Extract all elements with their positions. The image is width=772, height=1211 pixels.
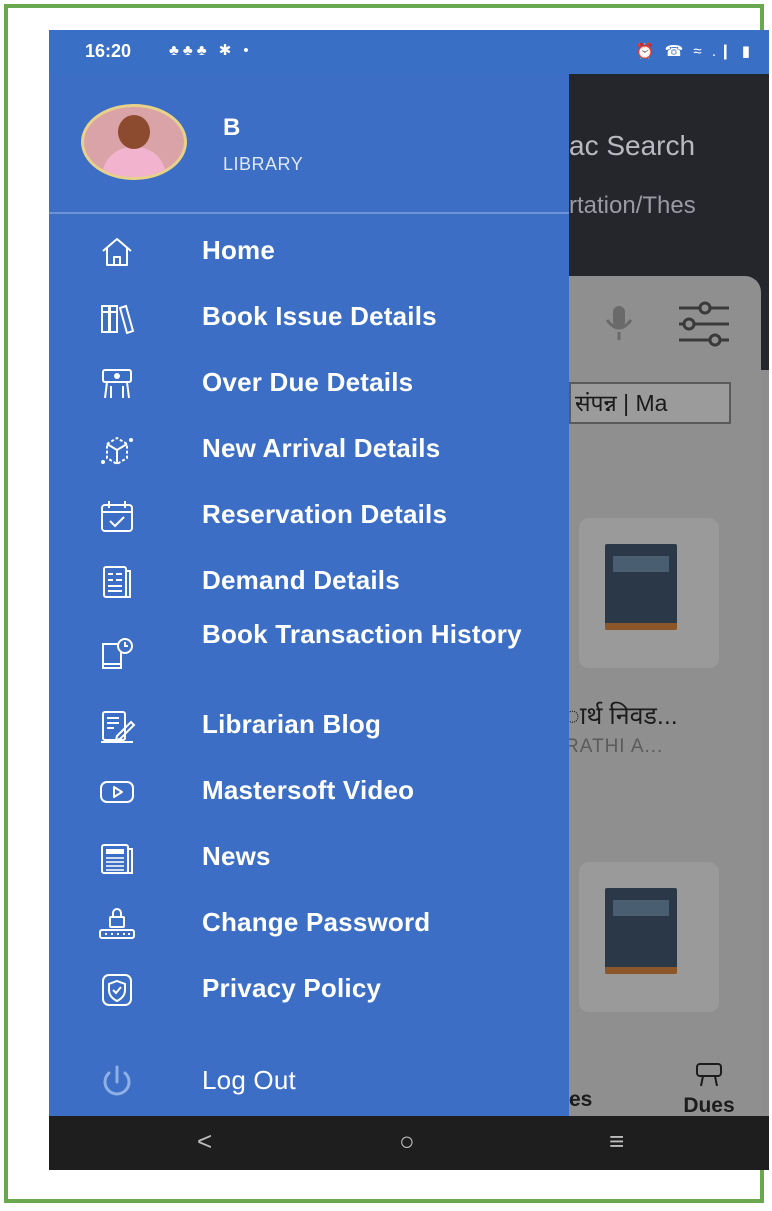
menu-label: Change Password	[202, 907, 431, 937]
menu-label: New Arrival Details	[202, 433, 441, 463]
menu-label: Over Due Details	[202, 367, 414, 397]
screenshot-frame: ac Search rtation/Thes संपन्न | Ma ार्थ …	[4, 4, 769, 1203]
menu-label: Demand Details	[202, 565, 400, 595]
books-icon	[101, 304, 135, 335]
book-history-icon	[102, 638, 133, 669]
menu-label: Book Transaction History	[202, 619, 522, 649]
menu-item-change-password[interactable]: Change Password	[49, 892, 569, 952]
avatar-shirt	[102, 147, 166, 177]
phone-screen: ac Search rtation/Thes संपन्न | Ma ार्थ …	[49, 30, 769, 1170]
recent-apps-button[interactable]: ≡	[609, 1126, 624, 1157]
menu-label: News	[202, 841, 271, 871]
filter-icon	[679, 301, 729, 347]
home-nav-button[interactable]: ○	[399, 1126, 415, 1157]
menu-item-new-arrival[interactable]: New Arrival Details	[49, 418, 569, 478]
status-bar-right: ⏰ ☎ ≈ .❙ ▮	[569, 30, 769, 74]
lock-icon	[99, 908, 135, 939]
logout-label: Log Out	[202, 1065, 296, 1095]
background-nav-partial-label: es	[569, 1088, 593, 1111]
book-cover-icon	[605, 544, 677, 630]
menu-label: Home	[202, 235, 276, 265]
video-play-icon	[100, 781, 134, 803]
menu-item-demand[interactable]: Demand Details	[49, 550, 569, 610]
new-arrival-icon	[101, 436, 133, 466]
avatar[interactable]	[81, 104, 187, 180]
user-name: B	[223, 114, 241, 141]
status-bar: 16:20 ♣♣♣ ✱ •	[49, 30, 569, 74]
background-filter-chip: संपन्न | Ma	[569, 382, 731, 424]
shield-icon	[102, 974, 132, 1006]
power-icon	[103, 1065, 131, 1096]
system-nav-bar: < ○ ≡	[49, 1116, 769, 1170]
menu-label: Privacy Policy	[202, 973, 382, 1003]
document-list-icon	[103, 566, 131, 598]
notification-icons: ♣♣♣ ✱ •	[169, 42, 253, 59]
background-subtitle: rtation/Thes	[569, 192, 696, 219]
background-title: ac Search	[569, 130, 696, 161]
background-search-bar	[569, 292, 769, 352]
menu-item-reservation[interactable]: Reservation Details	[49, 484, 569, 544]
dues-icon	[696, 1063, 722, 1087]
back-button[interactable]: <	[197, 1126, 212, 1157]
menu-item-news[interactable]: News	[49, 826, 569, 886]
drawer-header: B LIBRARY	[49, 74, 569, 214]
background-nav-dues: Dues	[669, 1060, 749, 1118]
menu-item-mastersoft-video[interactable]: Mastersoft Video	[49, 760, 569, 820]
book-cover-icon	[605, 888, 677, 974]
logout-button[interactable]: Log Out	[49, 1050, 569, 1110]
background-nav-dues-label: Dues	[683, 1094, 735, 1117]
background-book-title: ार्थ निवड...	[565, 702, 678, 730]
system-status-icons: ⏰ ☎ ≈ .❙ ▮	[635, 43, 753, 60]
home-icon	[102, 238, 132, 266]
menu-label: Mastersoft Video	[202, 775, 415, 805]
user-role: LIBRARY	[223, 154, 304, 174]
menu-item-book-transaction-history[interactable]: Book Transaction History	[49, 616, 569, 688]
menu-item-privacy-policy[interactable]: Privacy Policy	[49, 958, 569, 1018]
menu-item-home[interactable]: Home	[49, 220, 569, 280]
overdue-icon	[102, 369, 132, 399]
navigation-drawer: B LIBRARY Home Book Issue Details Over D…	[49, 74, 569, 1116]
menu-label: Librarian Blog	[202, 709, 382, 739]
menu-item-over-due[interactable]: Over Due Details	[49, 352, 569, 412]
background-book-author: RATHI A...	[565, 736, 664, 757]
status-time: 16:20	[85, 41, 132, 61]
blog-icon	[101, 711, 136, 743]
background-book-card	[579, 518, 719, 668]
menu-label: Reservation Details	[202, 499, 448, 529]
newspaper-icon	[101, 844, 133, 874]
menu-label: Book Issue Details	[202, 301, 437, 331]
mic-icon	[605, 301, 729, 347]
background-book-card	[579, 862, 719, 1012]
menu-item-librarian-blog[interactable]: Librarian Blog	[49, 694, 569, 754]
menu-item-book-issue[interactable]: Book Issue Details	[49, 286, 569, 346]
avatar-face	[118, 115, 150, 149]
calendar-check-icon	[101, 501, 133, 532]
